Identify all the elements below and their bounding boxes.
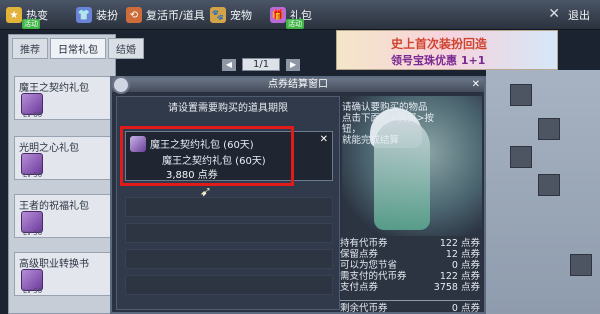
- summary-value: 122 点券: [439, 271, 480, 282]
- highlight-box: [120, 126, 294, 186]
- list-item[interactable]: 魔王之契约礼包 Lv 60: [14, 76, 114, 120]
- close-icon[interactable]: ✕: [320, 134, 328, 145]
- star-icon: ★: [6, 7, 22, 23]
- summary-divider: [340, 295, 480, 301]
- summary-label: 持有代币券: [340, 238, 388, 249]
- summary-label: 需支付的代币券: [340, 271, 407, 282]
- checkout-modal: 点券结算窗口 ✕ 请设置需要购买的道具期限 魔王之契约礼包 (60天) ✕ 魔王…: [110, 76, 486, 314]
- summary-label: 可以为您节省: [340, 260, 398, 271]
- item-name: 王者的祝福礼包: [19, 201, 89, 212]
- summary-value: 122 点券: [439, 238, 480, 249]
- menu-hot[interactable]: ★ 热变 活动: [6, 6, 48, 29]
- item-level: Lv 50: [23, 171, 43, 179]
- prev-page-button[interactable]: ◀: [222, 58, 236, 71]
- list-item[interactable]: 高级职业转换书 Lv 50: [14, 252, 114, 296]
- ghost-row: [125, 249, 333, 269]
- equip-slot[interactable]: [538, 118, 560, 140]
- summary-row: 持有代币券 122 点券: [340, 238, 480, 249]
- promo-banner[interactable]: 史上首次装扮回造 领号宝珠优惠 1+1: [336, 30, 558, 70]
- period-header: 请设置需要购买的道具期限: [168, 103, 288, 114]
- modal-title: 点券结算窗口: [112, 78, 484, 92]
- revive-icon: ⟲: [126, 7, 142, 23]
- item-level: Lv 50: [23, 287, 43, 295]
- confirm-instructions: 请确认要购买的物品 点击下面的<购买>按钮， 就能完成结算: [342, 102, 434, 146]
- next-page-button[interactable]: ▶: [286, 58, 301, 71]
- list-item[interactable]: 光明之心礼包 Lv 50: [14, 136, 114, 180]
- close-icon[interactable]: ✕: [548, 6, 560, 22]
- pointer-cursor-icon: ➹: [200, 184, 212, 200]
- tab-wedding[interactable]: 结婚: [108, 38, 144, 59]
- ghost-row: [125, 223, 333, 243]
- item-name: 高级职业转换书: [19, 259, 89, 270]
- page-indicator: 1/1: [242, 58, 281, 71]
- menu-costume[interactable]: 👕 装扮: [76, 6, 118, 24]
- item-level: Lv 50: [23, 229, 43, 237]
- menu-pet-label: 宠物: [230, 9, 252, 22]
- list-item[interactable]: 王者的祝福礼包 Lv 50: [14, 194, 114, 238]
- summary-remaining-label: 剩余代币券: [340, 303, 388, 314]
- menu-pet[interactable]: 🐾 宠物: [210, 6, 252, 24]
- category-tabs: 推荐 日常礼包 结婚: [12, 38, 144, 59]
- costume-icon: 👕: [76, 7, 92, 23]
- summary-row: 支付点券 3758 点券: [340, 282, 480, 293]
- menu-gift[interactable]: 🎁 礼包 活动: [270, 6, 312, 29]
- summary-row: 保留点券 12 点券: [340, 249, 480, 260]
- menu-revive-label: 复活币/道具: [146, 9, 205, 22]
- top-bar: ★ 热变 活动 👕 装扮 ⟲ 复活币/道具 🐾 宠物 🎁 礼包 活动 ✕ 退出: [0, 0, 600, 30]
- summary-value: 3758 点券: [433, 282, 480, 293]
- banner-line1: 史上首次装扮回造: [391, 37, 488, 51]
- equip-slot[interactable]: [510, 84, 532, 106]
- payment-summary: 持有代币券 122 点券 保留点券 12 点券 可以为您节省 0 点券 需支付的…: [340, 238, 480, 314]
- equip-slot[interactable]: [510, 146, 532, 168]
- shop-emblem-icon: [112, 76, 130, 94]
- close-icon[interactable]: ✕: [472, 79, 480, 90]
- summary-row: 需支付的代币券 122 点券: [340, 271, 480, 282]
- exit-button[interactable]: 退出: [568, 7, 590, 23]
- menu-gift-badge: 活动: [286, 19, 304, 29]
- equip-slot[interactable]: [570, 254, 592, 276]
- tab-daily-gift[interactable]: 日常礼包: [50, 38, 106, 59]
- menu-hot-badge: 活动: [22, 19, 40, 29]
- menu-costume-label: 装扮: [96, 9, 118, 22]
- gift-icon: 🎁: [270, 7, 286, 23]
- summary-remaining-value: 0 点券: [451, 303, 480, 314]
- menu-revive[interactable]: ⟲ 复活币/道具: [126, 6, 205, 24]
- summary-label: 保留点券: [340, 249, 379, 260]
- summary-row: 可以为您节省 0 点券: [340, 260, 480, 271]
- ghost-row: [125, 275, 333, 295]
- summary-label: 支付点券: [340, 282, 379, 293]
- paw-icon: 🐾: [210, 7, 226, 23]
- banner-line2: 领号宝珠优惠 1+1: [391, 54, 486, 67]
- summary-value: 0 点券: [451, 260, 480, 271]
- item-level: Lv 60: [23, 111, 43, 119]
- ghost-row: [125, 197, 333, 217]
- item-name: 光明之心礼包: [19, 143, 79, 154]
- pager: ◀ 1/1 ▶: [222, 58, 301, 71]
- summary-value: 12 点券: [445, 249, 480, 260]
- summary-remaining-row: 剩余代币券 0 点券: [340, 303, 480, 314]
- item-name: 魔王之契约礼包: [19, 83, 89, 94]
- equip-slot[interactable]: [538, 174, 560, 196]
- tab-recommend[interactable]: 推荐: [12, 38, 48, 59]
- character-preview: [486, 70, 600, 314]
